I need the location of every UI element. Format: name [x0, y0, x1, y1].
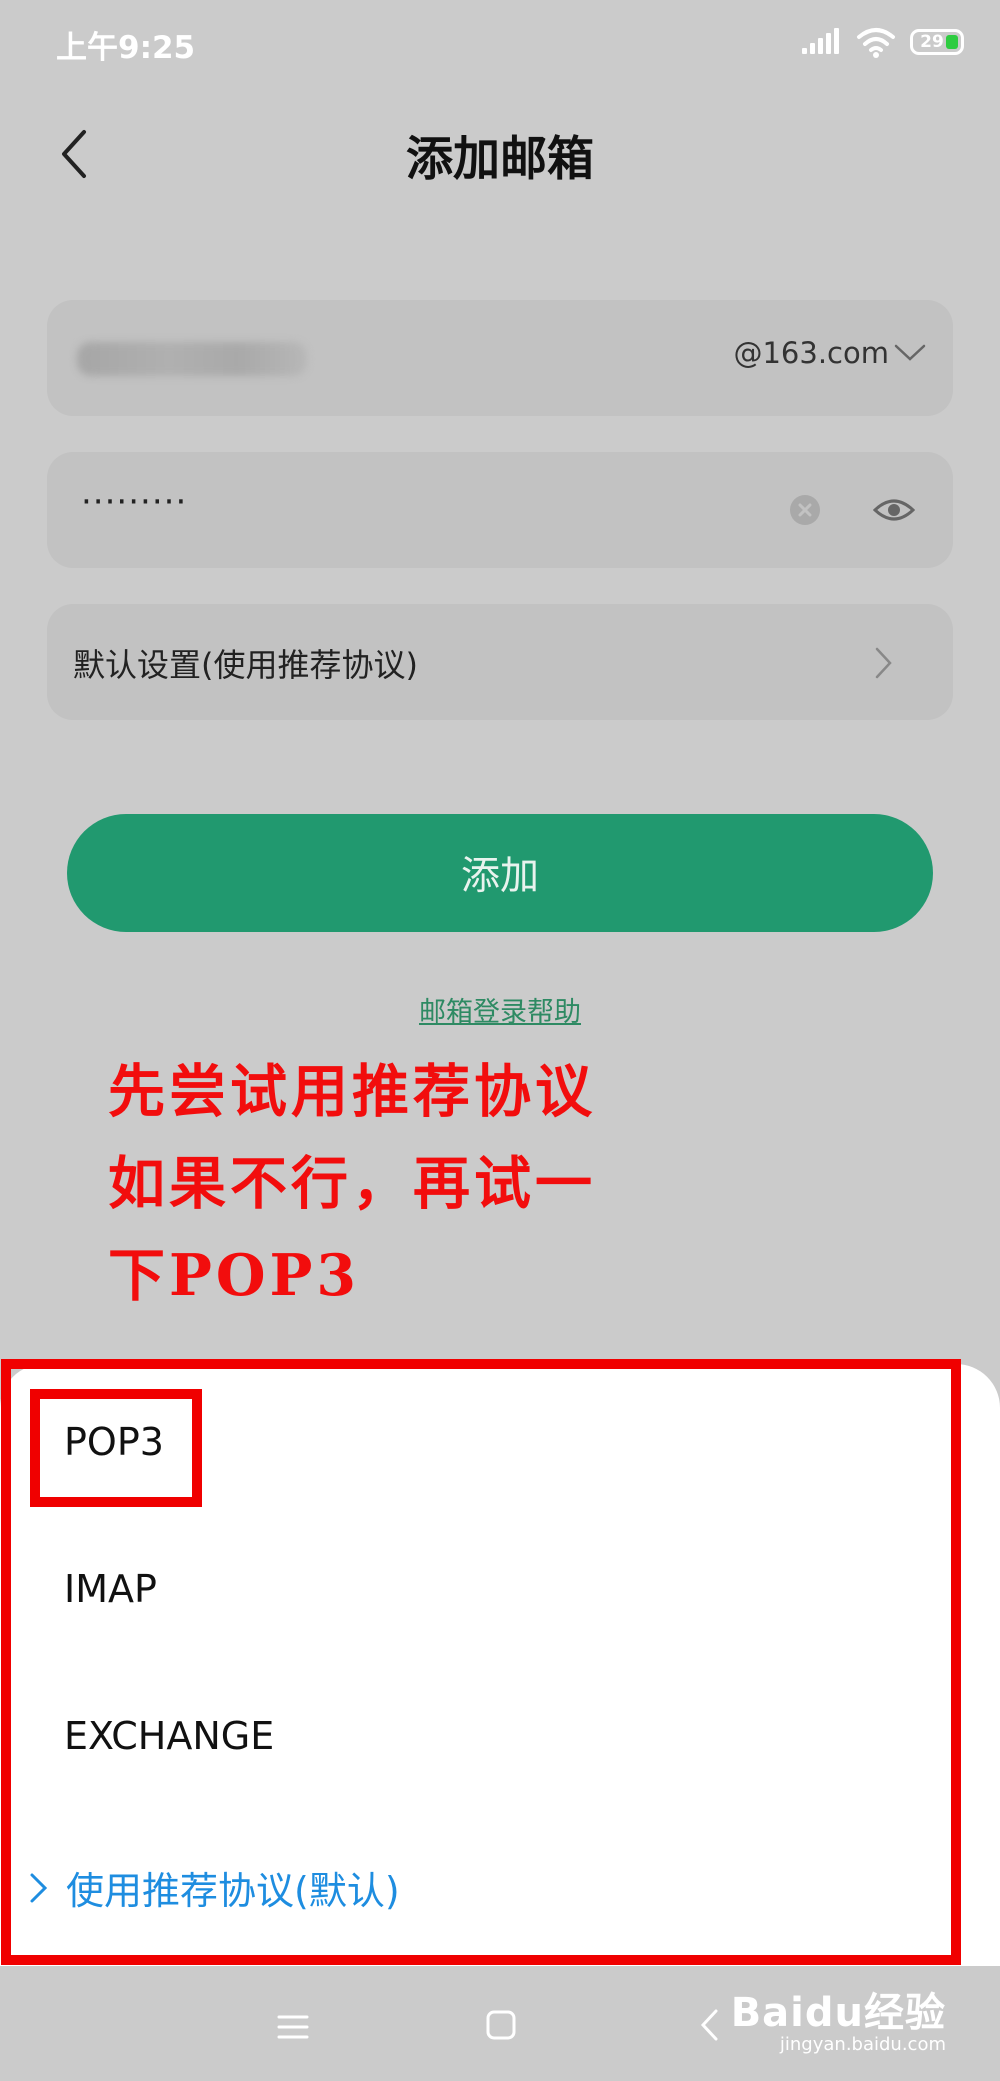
- status-time: 上午9:25: [56, 30, 196, 66]
- login-help-link[interactable]: 邮箱登录帮助: [0, 990, 1000, 1029]
- nav-back-icon[interactable]: [700, 2008, 720, 2042]
- wifi-icon: [857, 28, 895, 58]
- battery-level: 29: [920, 32, 944, 52]
- domain-label: @163.com: [733, 336, 889, 370]
- signal-icon: [802, 28, 839, 54]
- option-recommended-label: 使用推荐协议(默认): [66, 1869, 400, 1913]
- watermark-url: jingyan.baidu.com: [779, 2034, 946, 2055]
- settings-label: 默认设置(使用推荐协议): [73, 646, 418, 684]
- menu-icon[interactable]: [276, 2014, 310, 2040]
- protocol-settings-row[interactable]: 默认设置(使用推荐协议): [47, 604, 953, 720]
- battery-fill: [946, 35, 958, 49]
- chevron-right-icon: [875, 647, 892, 679]
- home-icon[interactable]: [486, 2010, 516, 2040]
- eye-icon[interactable]: [873, 496, 915, 524]
- selected-chevron-icon: [30, 1873, 48, 1902]
- option-imap[interactable]: IMAP: [64, 1567, 157, 1611]
- chevron-down-icon: [894, 344, 926, 361]
- baidu-watermark: Baidu经验 jingyan.baidu.com: [731, 1980, 946, 2055]
- password-input[interactable]: ·········: [81, 482, 187, 522]
- battery-icon: 29: [910, 29, 964, 55]
- password-field[interactable]: ·········: [47, 452, 953, 568]
- annotation-text: 先尝试用推荐协议 如果不行，再试一 下POP3: [108, 1046, 728, 1322]
- email-input[interactable]: 18772693986: [77, 342, 307, 376]
- system-nav-bar: Baidu经验 jingyan.baidu.com: [0, 1966, 1000, 2081]
- annotation-line: 下POP3: [108, 1242, 361, 1309]
- status-icons: 29: [802, 24, 964, 60]
- clear-icon[interactable]: [789, 494, 821, 526]
- option-exchange[interactable]: EXCHANGE: [64, 1714, 274, 1758]
- email-field[interactable]: 18772693986 @163.com: [47, 300, 953, 416]
- domain-select[interactable]: @163.com: [733, 336, 927, 370]
- page-title: 添加邮箱: [406, 132, 594, 187]
- add-button[interactable]: 添加: [67, 814, 933, 932]
- option-pop3[interactable]: POP3: [64, 1420, 164, 1464]
- annotation-line: 如果不行，再试一: [108, 1150, 596, 1217]
- option-recommended-default[interactable]: 使用推荐协议(默认): [28, 1860, 400, 1915]
- watermark-logo: Baidu经验: [730, 1990, 946, 2036]
- annotation-line: 先尝试用推荐协议: [108, 1058, 596, 1125]
